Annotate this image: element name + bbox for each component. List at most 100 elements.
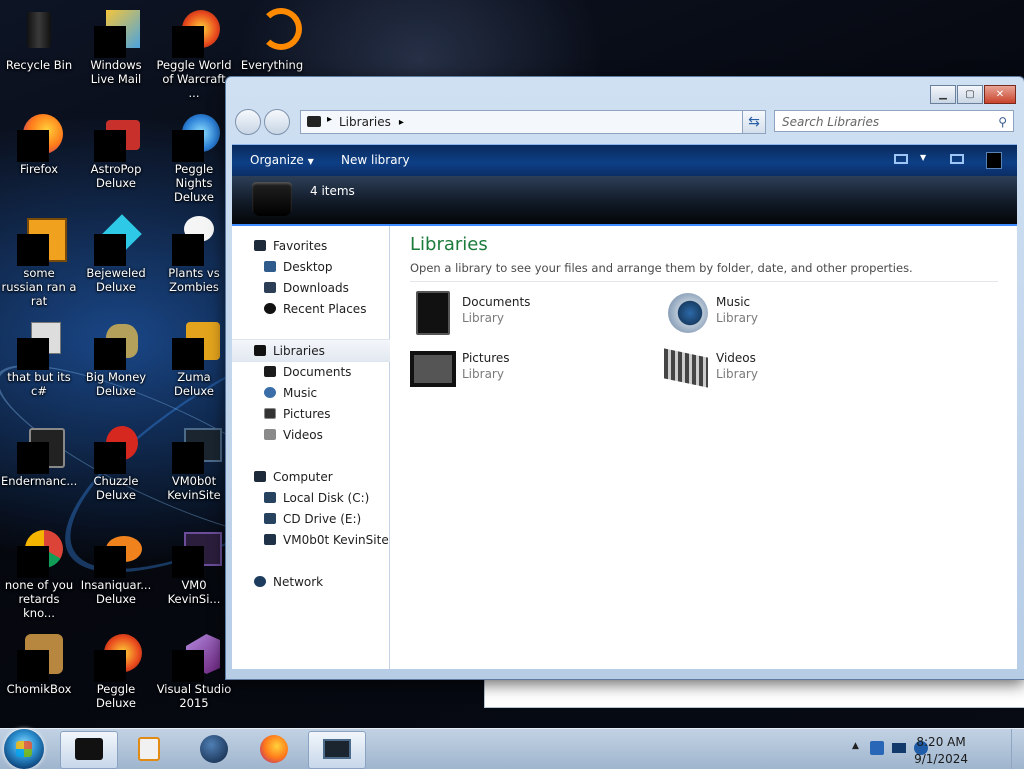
star-icon: [254, 240, 266, 251]
desktop-icon-label: some russian ran a rat: [1, 266, 77, 308]
desktop-icon-plants-vs-zombies[interactable]: Plants vs Zombies: [156, 208, 232, 294]
picture-frame-icon: [410, 351, 456, 387]
nav-label: Local Disk (C:): [283, 490, 370, 505]
forward-button[interactable]: [264, 109, 290, 135]
desktop-icon-peggle-nights[interactable]: Peggle Nights Deluxe: [156, 104, 232, 204]
tray-app-icon[interactable]: [870, 741, 884, 755]
preview-pane-icon[interactable]: [950, 154, 964, 164]
start-button[interactable]: [4, 729, 44, 769]
library-videos[interactable]: Videos Library: [664, 347, 894, 393]
library-music[interactable]: Music Library: [664, 291, 894, 337]
desktop-icon-vm0-kevinsite[interactable]: VM0 KevinSi...: [156, 520, 232, 606]
desktop-icon: [264, 261, 276, 272]
nav-label: CD Drive (E:): [283, 511, 362, 526]
desktop-icon-label: Firefox: [19, 162, 59, 176]
desktop-icon-label: Bejeweled Deluxe: [86, 266, 146, 294]
show-desktop-button[interactable]: [1011, 729, 1024, 769]
desktop-icon-big-money[interactable]: Big Money Deluxe: [78, 312, 154, 398]
downloads-icon: [264, 282, 276, 293]
visual-studio-icon: [170, 630, 220, 682]
minimize-button[interactable]: ▁: [930, 85, 956, 104]
desktop-icon-endermanc[interactable]: Endermanc...: [1, 416, 77, 488]
desktop-icon-that-but-its[interactable]: that but its c#: [1, 312, 77, 398]
window-controls: ▁ ▢ ✕: [929, 85, 1016, 104]
back-button[interactable]: [235, 109, 261, 135]
organize-button[interactable]: Organize ▼: [250, 153, 314, 167]
taskbar-globe[interactable]: [186, 731, 242, 767]
navigation-pane: Favorites Desktop Downloads Recent Place…: [232, 226, 411, 669]
desktop-icon-bejeweled[interactable]: Bejeweled Deluxe: [78, 208, 154, 294]
taskbar-explorer[interactable]: [60, 731, 118, 769]
clock[interactable]: 8:20 AM 9/1/2024: [914, 734, 968, 768]
firefox-icon: [260, 735, 288, 763]
monitor-icon: [323, 739, 351, 759]
desktop-icon-visual-studio[interactable]: Visual Studio 2015: [156, 624, 232, 710]
library-pictures[interactable]: Pictures Library: [410, 347, 640, 393]
taskbar-firefox[interactable]: [246, 731, 302, 767]
library-documents[interactable]: Documents Library: [410, 291, 640, 337]
refresh-icon: ⇆: [748, 114, 760, 130]
desktop-icon-chomikbox[interactable]: ChomikBox: [1, 624, 77, 696]
explorer-window: ▁ ▢ ✕ ▸ Libraries ▸ ▼ ⇆ Search Libraries…: [225, 76, 1024, 680]
pictures-icon: [264, 408, 276, 419]
desktop-icon-peggle-deluxe[interactable]: Peggle Deluxe: [78, 624, 154, 710]
library-header: 4 items: [232, 176, 1017, 226]
organize-label: Organize: [250, 153, 304, 167]
desktop-icon-everything[interactable]: Everything: [234, 0, 310, 72]
taskbar-media-player[interactable]: [122, 731, 178, 767]
desktop-icon-insaniquarium[interactable]: Insaniquar... Deluxe: [78, 520, 154, 606]
refresh-button[interactable]: ⇆: [742, 110, 766, 134]
new-library-button[interactable]: New library: [341, 153, 410, 167]
background-window-edge: [484, 676, 1024, 708]
search-placeholder: Search Libraries: [782, 115, 880, 129]
close-button[interactable]: ✕: [984, 85, 1016, 104]
nav-favorites[interactable]: Favorites: [232, 235, 411, 256]
maximize-button[interactable]: ▢: [957, 85, 983, 104]
maximize-icon: ▢: [965, 89, 975, 100]
monitor-icon: [170, 422, 222, 474]
libraries-large-icon: [252, 182, 292, 216]
gem-icon: [92, 214, 142, 266]
desktop-icon-vm0b0t[interactable]: VM0b0t KevinSite: [156, 416, 232, 502]
music-icon: [264, 387, 276, 398]
desktop-icon-label: Chuzzle Deluxe: [93, 474, 139, 502]
network-status-icon[interactable]: [892, 743, 906, 753]
desktop-icon-none-of-you[interactable]: none of you retards kno...: [1, 520, 77, 620]
address-bar[interactable]: ▸ Libraries ▸ ▼: [300, 110, 762, 134]
taskbar-vm-window[interactable]: [308, 731, 366, 769]
chevron-down-icon: ▼: [307, 157, 314, 166]
desktop-icon-label: Everything: [240, 58, 304, 72]
windows-logo-icon: [16, 741, 32, 757]
zuma-frog-icon: [170, 318, 220, 370]
chuzzle-icon: [92, 422, 140, 474]
recycle-bin-icon: [15, 6, 63, 54]
content-title: Libraries: [410, 234, 488, 255]
chevron-down-icon[interactable]: ▼: [920, 153, 926, 162]
nav-libraries[interactable]: Libraries: [232, 339, 411, 362]
nav-computer[interactable]: Computer: [232, 466, 411, 487]
taskbar: ▲ 8:20 AM 9/1/2024: [0, 728, 1024, 769]
view-options-icon[interactable]: [894, 154, 908, 164]
desktop-icon-windows-live-mail[interactable]: Windows Live Mail: [78, 0, 154, 86]
breadcrumb-libraries[interactable]: Libraries: [339, 115, 391, 129]
nav-network[interactable]: Network: [232, 571, 411, 592]
help-icon[interactable]: [986, 152, 1002, 169]
desktop-icon-label: Endermanc...: [1, 474, 78, 488]
computer-icon: [254, 471, 266, 482]
desktop-icon-recycle-bin[interactable]: Recycle Bin: [1, 0, 77, 72]
library-name: Pictures: [462, 351, 510, 365]
nav-label: Libraries: [273, 343, 325, 358]
desktop-icon-chuzzle[interactable]: Chuzzle Deluxe: [78, 416, 154, 502]
item-count: 4 items: [310, 184, 355, 198]
desktop-icon-firefox[interactable]: Firefox: [1, 104, 77, 176]
search-input[interactable]: Search Libraries ⚲: [774, 110, 1014, 132]
globe-icon: [200, 735, 228, 763]
desktop-icon-some-russian[interactable]: some russian ran a rat: [1, 208, 77, 308]
desktop-icon-peggle-wow[interactable]: Peggle World of Warcraft ...: [156, 0, 232, 100]
breadcrumb-separator-icon: ▸: [398, 116, 404, 128]
mail-icon: [92, 6, 140, 58]
desktop-icon-zuma[interactable]: Zuma Deluxe: [156, 312, 232, 398]
desktop-icon-astropop[interactable]: AstroPop Deluxe: [78, 104, 154, 190]
nav-label: Pictures: [283, 406, 331, 421]
show-hidden-icons-button[interactable]: ▲: [852, 741, 859, 751]
